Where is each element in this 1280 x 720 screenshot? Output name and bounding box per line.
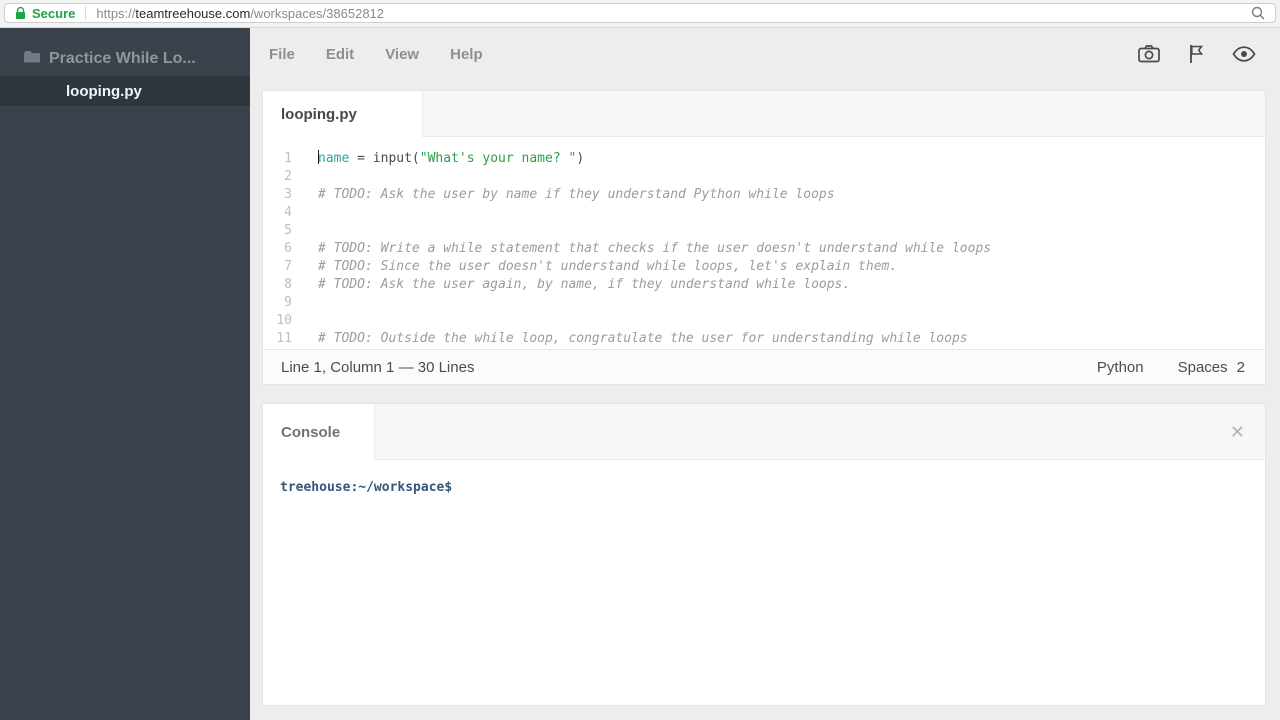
- sidebar-file-looping-py[interactable]: looping.py: [0, 76, 250, 106]
- terminal-prompt: treehouse:~/workspace$: [280, 480, 453, 495]
- indent-label: Spaces: [1177, 358, 1228, 376]
- line-number: 3: [284, 187, 292, 202]
- line-number: 1: [284, 151, 292, 166]
- console-tab-row: Console ✕: [263, 404, 1265, 460]
- indent-setting: Spaces 2: [1178, 359, 1245, 376]
- line-number: 4: [284, 205, 292, 220]
- code-line[interactable]: [318, 168, 1265, 186]
- indent-value: 2: [1236, 358, 1245, 376]
- status-bar-right: Python Spaces 2: [1097, 359, 1245, 376]
- close-icon[interactable]: ✕: [1230, 423, 1245, 441]
- camera-icon[interactable]: [1138, 45, 1160, 63]
- file-name-label: looping.py: [66, 82, 142, 100]
- language-label: Python: [1096, 358, 1144, 376]
- line-number: 7: [284, 259, 292, 274]
- menu-help[interactable]: Help: [450, 46, 483, 63]
- folder-icon: [24, 50, 40, 68]
- line-number: 9: [284, 295, 292, 310]
- url-host: teamtreehouse.com: [135, 5, 251, 21]
- console-tab-label: Console: [281, 423, 341, 441]
- code-line[interactable]: [318, 204, 1265, 222]
- lock-icon: [15, 6, 26, 20]
- workspace-main: File Edit View Help looping.py 1 2 3 4 5…: [250, 28, 1280, 720]
- url-text[interactable]: https://teamtreehouse.com/workspaces/386…: [96, 6, 384, 21]
- editor-tab-label: looping.py: [281, 105, 357, 123]
- project-name: Practice While Lo...: [49, 50, 196, 67]
- code-editor[interactable]: 1 2 3 4 5 6 7 8 9 10 11 name = input("What's your …: [263, 137, 1265, 349]
- secure-label[interactable]: Secure: [32, 6, 75, 21]
- editor-status-bar: Line 1, Column 1 — 30 Lines Python Space…: [263, 349, 1265, 384]
- menu-file[interactable]: File: [269, 46, 295, 63]
- menu-view[interactable]: View: [385, 46, 419, 63]
- code-line[interactable]: [318, 222, 1265, 240]
- project-folder[interactable]: Practice While Lo...: [0, 44, 250, 74]
- line-number: 2: [284, 169, 292, 184]
- flag-icon[interactable]: [1188, 44, 1204, 64]
- code-line[interactable]: # TODO: Outside the while loop, congratu…: [318, 330, 1265, 348]
- url-path: /workspaces/38652812: [250, 5, 385, 21]
- tab-console[interactable]: Console: [263, 404, 375, 460]
- url-scheme: https://: [96, 5, 136, 21]
- browser-chrome: Secure https://teamtreehouse.com/workspa…: [0, 0, 1280, 28]
- code-line[interactable]: # TODO: Since the user doesn't understan…: [318, 258, 1265, 276]
- cursor-position-label: Line 1, Column 1 — 30 Lines: [281, 358, 475, 376]
- code-line[interactable]: [318, 294, 1265, 312]
- code-line[interactable]: # TODO: Ask the user by name if they und…: [318, 186, 1265, 204]
- menubar-icons: [1138, 28, 1256, 80]
- code-line[interactable]: # TODO: Write a while statement that che…: [318, 240, 1265, 258]
- code-line[interactable]: [318, 312, 1265, 330]
- file-sidebar: Practice While Lo... looping.py: [0, 28, 250, 720]
- editor-panel: looping.py 1 2 3 4 5 6 7 8 9 10 11 name = input("W…: [262, 90, 1266, 385]
- workspace-screen: Secure https://teamtreehouse.com/workspa…: [0, 0, 1280, 720]
- menubar: File Edit View Help: [250, 28, 1280, 80]
- line-number: 5: [284, 223, 292, 238]
- console-panel: Console ✕ treehouse:~/workspace$: [262, 403, 1266, 706]
- line-number: 11: [276, 331, 292, 346]
- line-number: 8: [284, 277, 292, 292]
- eye-icon[interactable]: [1232, 46, 1256, 62]
- console-terminal[interactable]: treehouse:~/workspace$: [263, 460, 1265, 705]
- menu-edit[interactable]: Edit: [326, 46, 354, 63]
- page-zoom-icon[interactable]: [1251, 6, 1265, 20]
- code-lines: name = input("What's your name? ") # TODO…: [301, 137, 1265, 349]
- url-divider: [85, 6, 87, 20]
- tab-looping-py[interactable]: looping.py: [263, 91, 423, 137]
- url-bar[interactable]: Secure https://teamtreehouse.com/workspa…: [4, 3, 1276, 23]
- line-number: 6: [284, 241, 292, 256]
- line-number: 10: [276, 313, 292, 328]
- line-numbers: 1 2 3 4 5 6 7 8 9 10 11: [263, 137, 301, 349]
- code-line[interactable]: name = input("What's your name? "): [318, 150, 1265, 168]
- editor-tab-row: looping.py: [263, 91, 1265, 137]
- code-line[interactable]: # TODO: Ask the user again, by name, if …: [318, 276, 1265, 294]
